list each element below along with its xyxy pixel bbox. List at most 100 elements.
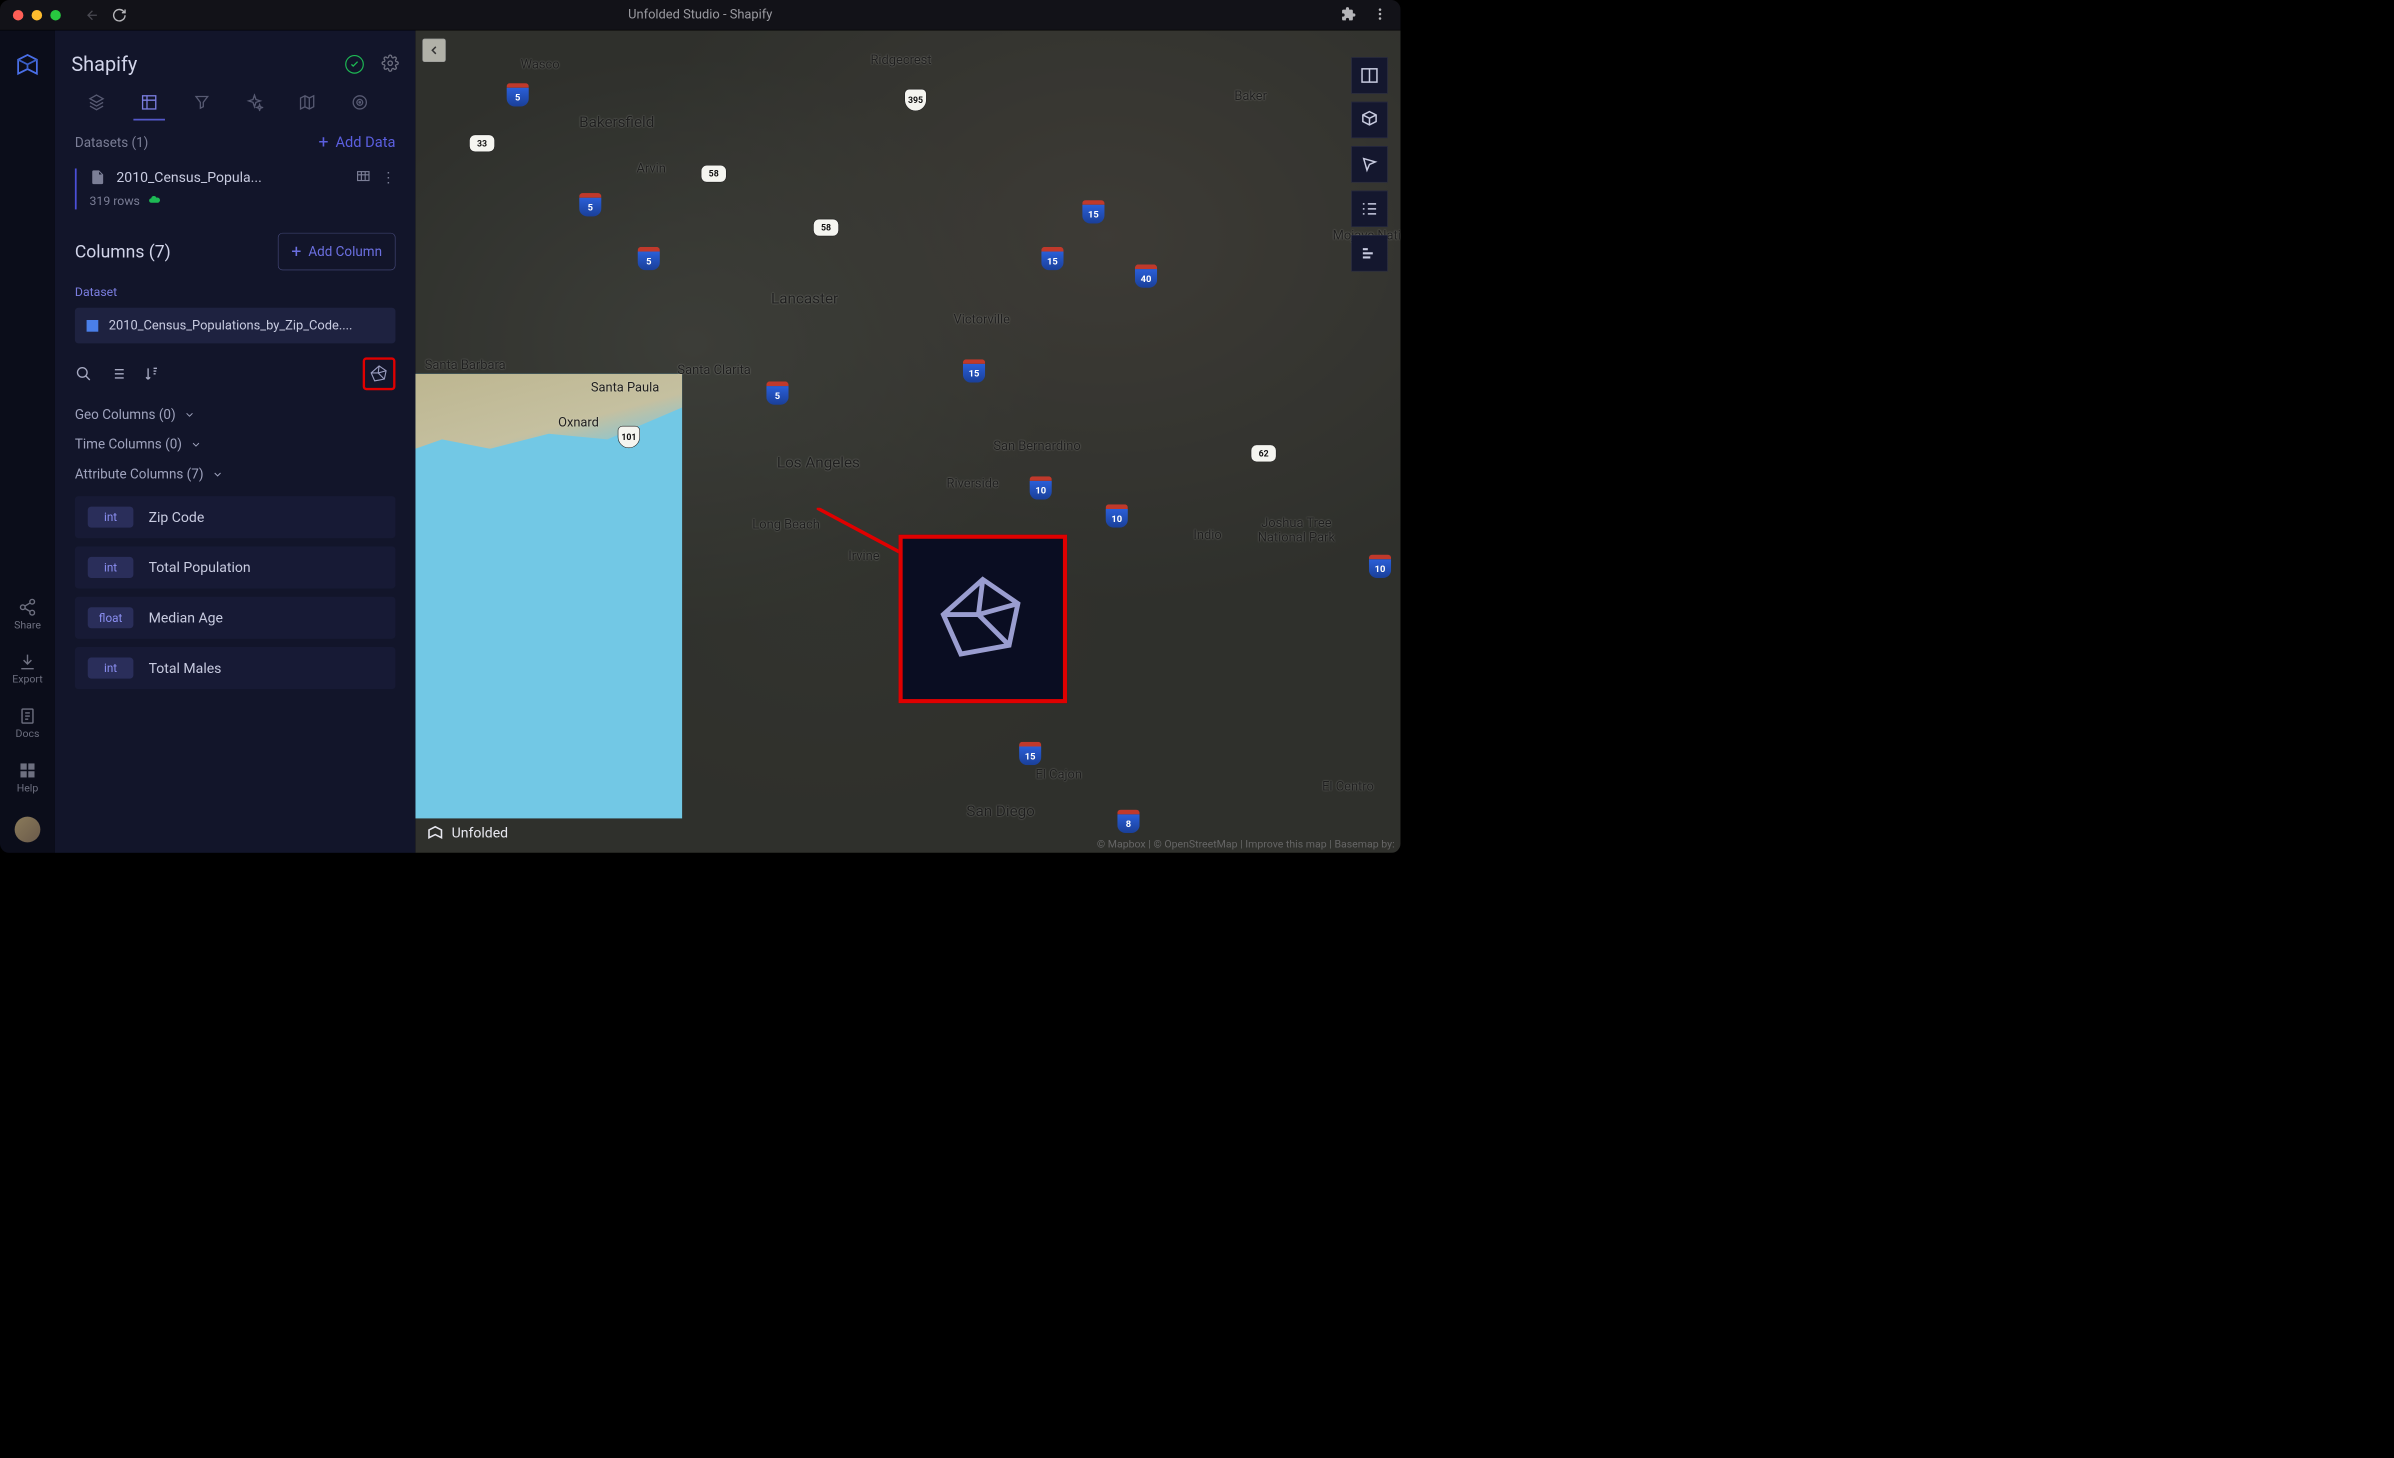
route-shield: 15 — [1082, 200, 1104, 223]
panel-tabs — [71, 89, 399, 114]
map-label: El Centro — [1322, 779, 1374, 794]
status-ok-icon — [345, 55, 364, 74]
route-shield: 10 — [1106, 504, 1128, 527]
rail-help[interactable]: Help — [0, 754, 55, 801]
map-label: Lancaster — [771, 290, 838, 308]
dataset-color-icon — [87, 320, 99, 332]
add-column-button[interactable]: +Add Column — [278, 233, 396, 270]
route-shield: 5 — [638, 247, 660, 270]
route-shield: 10 — [1030, 476, 1052, 499]
tab-filters[interactable] — [191, 91, 213, 113]
map-label: Santa Clarita — [677, 363, 750, 378]
plus-icon: + — [291, 243, 301, 261]
map-label: Los Angeles — [777, 454, 860, 472]
map-label: Riverside — [947, 476, 999, 491]
attr-row[interactable]: floatMedian Age — [75, 597, 396, 639]
map-label: Indio — [1193, 528, 1221, 543]
tab-effects[interactable] — [243, 91, 265, 113]
shapify-poly-button[interactable] — [363, 357, 396, 390]
dataset-item[interactable]: 2010_Census_Popula... ⋮ 319 rows — [75, 168, 396, 209]
collapse-panel-button[interactable] — [422, 39, 445, 62]
side-panel: Shapify Datasets (1) +Add Data — [55, 30, 415, 853]
group-attr[interactable]: Attribute Columns (7) — [75, 466, 396, 482]
group-geo[interactable]: Geo Columns (0) — [75, 407, 396, 423]
map-label: Ridgecrest — [870, 53, 931, 68]
page-title: Shapify — [71, 53, 137, 76]
titlebar: Unfolded Studio - Shapify — [0, 0, 1400, 30]
sort-icon[interactable] — [143, 365, 161, 383]
tab-layers[interactable] — [85, 91, 107, 113]
attr-row[interactable]: intZip Code — [75, 496, 396, 538]
map-attribution[interactable]: © Mapbox | © OpenStreetMap | Improve thi… — [1097, 838, 1395, 850]
route-shield: 62 — [1251, 445, 1277, 463]
dataset-chip[interactable]: 2010_Census_Populations_by_Zip_Code.... — [75, 308, 396, 344]
dataset-sub-label: Dataset — [75, 285, 396, 299]
rail-export[interactable]: Export — [0, 645, 55, 692]
chart-button[interactable] — [1351, 235, 1387, 271]
tab-basemap[interactable] — [296, 91, 318, 113]
route-shield: 101 — [618, 426, 640, 448]
map-watermark: Unfolded — [426, 824, 508, 843]
window-title: Unfolded Studio - Shapify — [628, 8, 772, 23]
map-label: San Bernardino — [993, 439, 1080, 454]
nav-rail: Share Export Docs Help — [0, 30, 55, 853]
route-shield: 10 — [1369, 555, 1391, 578]
map-label: Oxnard — [558, 415, 599, 430]
route-shield: 40 — [1135, 264, 1157, 287]
list-icon[interactable] — [109, 365, 127, 383]
rail-docs[interactable]: Docs — [0, 700, 55, 747]
dataset-chip-name: 2010_Census_Populations_by_Zip_Code.... — [109, 318, 353, 333]
map-label: Santa Paula — [591, 380, 659, 395]
legend-button[interactable] — [1351, 191, 1387, 227]
window-controls — [13, 10, 61, 21]
map-canvas[interactable]: Wasco Ridgecrest Bakersfield Baker Arvin… — [415, 30, 1400, 853]
route-shield: 33 — [469, 135, 495, 153]
split-view-button[interactable] — [1351, 57, 1387, 93]
close-icon[interactable] — [13, 10, 24, 21]
maximize-icon[interactable] — [50, 10, 61, 21]
tab-columns[interactable] — [138, 91, 160, 113]
dataset-rows: 319 rows — [90, 194, 140, 208]
gear-icon[interactable] — [381, 54, 399, 74]
map-label: Bakersfield — [579, 113, 654, 131]
back-button[interactable] — [84, 7, 100, 23]
geocoder-button[interactable] — [1351, 146, 1387, 182]
search-icon[interactable] — [75, 365, 93, 383]
route-shield: 5 — [507, 83, 529, 106]
table-icon[interactable] — [356, 168, 371, 186]
route-shield: 5 — [579, 193, 601, 216]
extensions-icon[interactable] — [1341, 6, 1356, 24]
route-shield: 15 — [1019, 742, 1041, 765]
more-icon[interactable]: ⋮ — [381, 169, 395, 185]
attr-row[interactable]: intTotal Population — [75, 546, 396, 588]
map-label: Wasco — [521, 57, 560, 72]
menu-icon[interactable] — [1372, 6, 1387, 24]
route-shield: 5 — [766, 381, 788, 404]
dataset-name: 2010_Census_Popula... — [116, 169, 345, 185]
avatar[interactable] — [15, 817, 41, 843]
map-label: Baker — [1234, 89, 1267, 104]
route-shield: 58 — [813, 219, 839, 237]
reload-button[interactable] — [111, 7, 127, 23]
group-time[interactable]: Time Columns (0) — [75, 436, 396, 452]
shapify-poly-zoom — [899, 535, 1067, 703]
route-shield: 395 — [904, 89, 926, 111]
plus-icon: + — [319, 133, 329, 151]
map-label: Santa Barbara — [425, 358, 506, 373]
add-data-button[interactable]: +Add Data — [319, 133, 396, 151]
route-shield: 58 — [701, 165, 727, 183]
map-label: Joshua Tree National Park — [1258, 516, 1335, 545]
map-ocean-cutout — [415, 374, 682, 819]
map-label: Victorville — [954, 312, 1010, 327]
view-3d-button[interactable] — [1351, 102, 1387, 138]
attr-row[interactable]: intTotal Males — [75, 647, 396, 689]
map-label: San Diego — [966, 803, 1034, 821]
rail-share[interactable]: Share — [0, 591, 55, 638]
columns-title: Columns (7) — [75, 241, 171, 261]
route-shield: 15 — [963, 359, 985, 382]
minimize-icon[interactable] — [32, 10, 43, 21]
map-label: Irvine — [848, 549, 879, 564]
app-logo-icon[interactable] — [13, 51, 41, 79]
map-label: Arvin — [636, 161, 665, 176]
tab-analysis[interactable] — [349, 91, 371, 113]
